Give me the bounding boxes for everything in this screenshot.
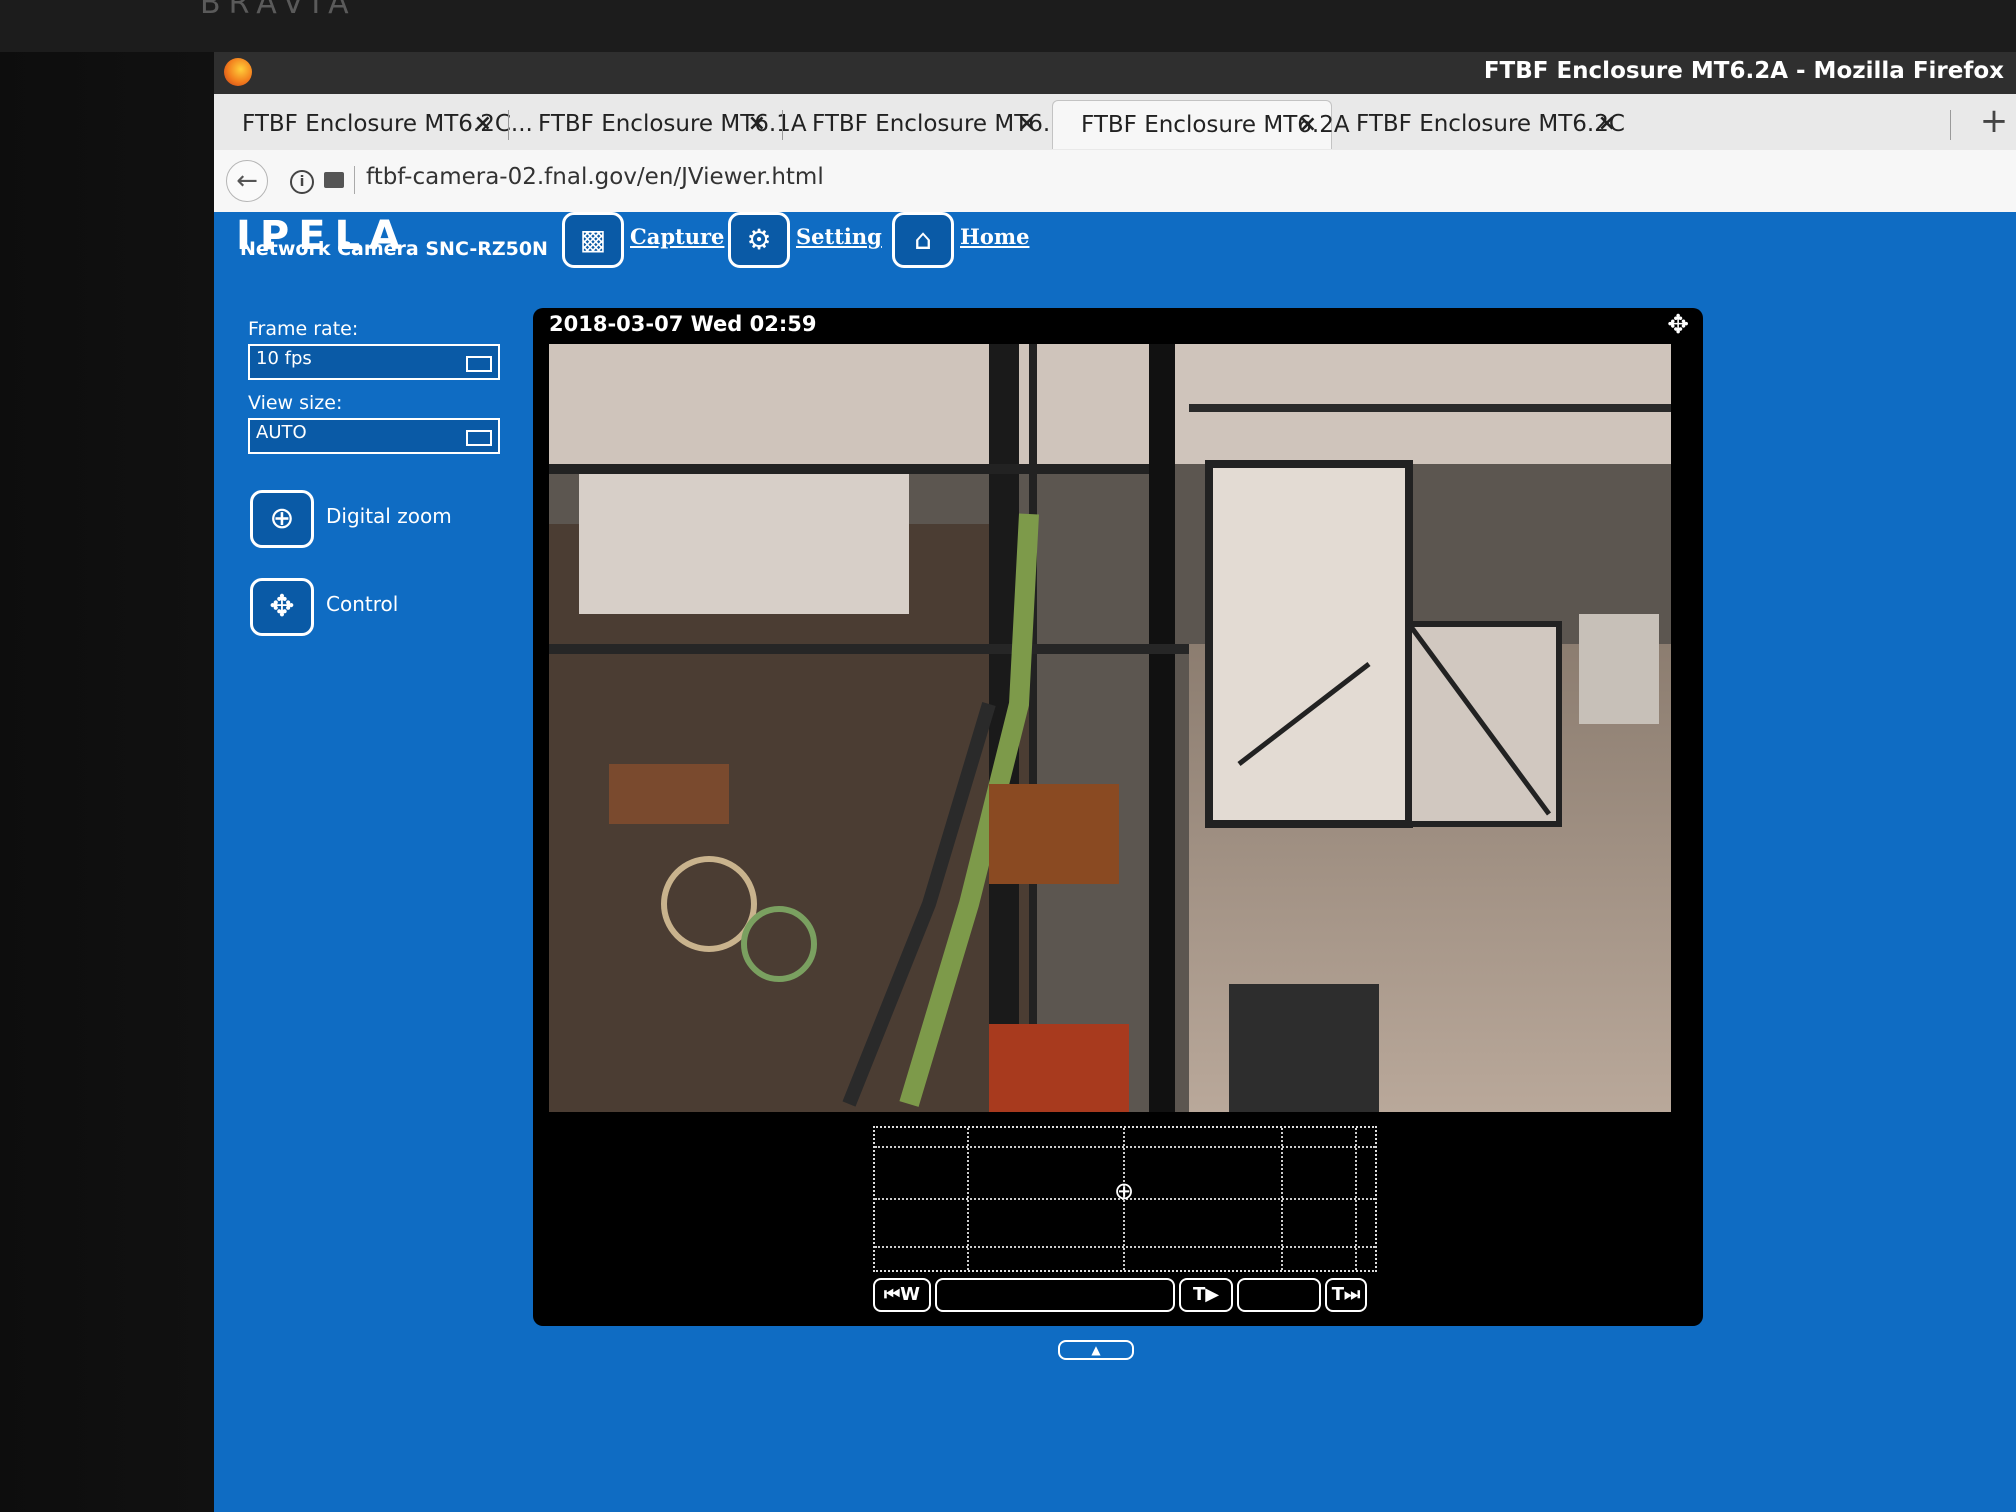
- screen: FTBF Enclosure MT6.2A - Mozilla Firefox …: [214, 52, 2016, 1512]
- view-size-label: View size:: [248, 392, 343, 414]
- firefox-logo-icon: [224, 58, 252, 86]
- tab-mt62a-active[interactable]: FTBF Enclosure MT6.2A ×: [1052, 100, 1350, 149]
- control-button[interactable]: ✥: [250, 578, 314, 636]
- crosshair-icon[interactable]: ⊕: [1113, 1179, 1135, 1203]
- digital-zoom-label[interactable]: Digital zoom: [326, 504, 452, 528]
- camera-model: Network Camera SNC-RZ50N: [240, 238, 548, 260]
- digital-zoom-button[interactable]: ⊕: [250, 490, 314, 548]
- magnifier-icon: ⊕: [269, 501, 295, 536]
- tab-separator: [782, 110, 783, 140]
- collapse-panel-button[interactable]: ▲: [1058, 1340, 1134, 1360]
- url-separator: [354, 166, 355, 194]
- control-label[interactable]: Control: [326, 592, 398, 616]
- frame-rate-value: 10 fps: [256, 348, 312, 369]
- tab-label: FTBF Enclosure MT6.2C: [1356, 111, 1625, 137]
- video-timestamp: 2018-03-07 Wed 02:59: [549, 312, 817, 336]
- monitor-brand: BRAVIA: [200, 0, 357, 21]
- zoom-tele-button[interactable]: T▶: [1179, 1278, 1233, 1312]
- skip-back-icon: ⏮: [883, 1284, 901, 1305]
- nav-bar: ← i ftbf-camera-02.fnal.gov/en/JViewer.h…: [214, 150, 2016, 213]
- setting-button[interactable]: ⚙ Setting: [728, 212, 882, 268]
- dropdown-icon: [466, 430, 492, 446]
- home-label: Home: [960, 224, 1030, 249]
- tab-bar: FTBF Enclosure MT6.2C... × FTBF Enclosur…: [214, 94, 2016, 151]
- frame-rate-label: Frame rate:: [248, 318, 359, 340]
- view-size-value: AUTO: [256, 422, 307, 443]
- tab-mt61b[interactable]: FTBF Enclosure MT6.1b ×: [784, 100, 1079, 148]
- zoom-tele-label: T: [1192, 1284, 1206, 1305]
- home-button[interactable]: ⌂ Home: [892, 212, 1032, 268]
- close-tab-icon[interactable]: ×: [1598, 100, 1616, 148]
- zoom-slider[interactable]: [935, 1278, 1175, 1312]
- close-tab-icon[interactable]: ×: [474, 100, 492, 148]
- tab-mt62c-2[interactable]: FTBF Enclosure MT6.2C ×: [1334, 100, 1630, 148]
- setting-label: Setting: [796, 224, 882, 249]
- window-titlebar: FTBF Enclosure MT6.2A - Mozilla Firefox: [214, 52, 2016, 94]
- camera-page: IPELA Network Camera SNC-RZ50N ▩ Capture…: [214, 212, 2016, 1512]
- camera-frame-image: [549, 344, 1671, 1112]
- camera-video-feed[interactable]: [549, 344, 1671, 1112]
- zoom-wide-end-button[interactable]: ⏮W: [873, 1278, 931, 1312]
- url-bar[interactable]: ftbf-camera-02.fnal.gov/en/JViewer.html: [366, 164, 824, 190]
- zoom-wide-label: W: [900, 1284, 921, 1305]
- setting-icon: ⚙: [728, 212, 790, 268]
- tab-mt62c-1[interactable]: FTBF Enclosure MT6.2C... ×: [214, 100, 533, 148]
- grid-line: [875, 1146, 1375, 1148]
- move-icon[interactable]: ✥: [1667, 310, 1689, 340]
- grid-line: [875, 1246, 1375, 1248]
- tab-label: FTBF Enclosure MT6.1A: [538, 111, 807, 137]
- window-title: FTBF Enclosure MT6.2A - Mozilla Firefox: [1483, 58, 2004, 84]
- frame-rate-select[interactable]: 10 fps: [248, 344, 500, 380]
- info-icon[interactable]: i: [290, 170, 314, 194]
- tab-separator: [508, 110, 509, 140]
- ptz-control-panel[interactable]: ⊕: [873, 1126, 1377, 1272]
- new-tab-button[interactable]: +: [1974, 98, 2014, 144]
- close-tab-icon[interactable]: ×: [1299, 101, 1317, 149]
- dropdown-icon: [466, 356, 492, 372]
- close-tab-icon[interactable]: ×: [1018, 100, 1036, 148]
- tab-mt61a[interactable]: FTBF Enclosure MT6.1A ×: [510, 100, 807, 148]
- capture-label: Capture: [630, 224, 725, 249]
- camera-viewer: 2018-03-07 Wed 02:59 ✥ ⊕ ⏮W T▶ T⏭ ▲: [533, 308, 1703, 1360]
- step-forward-icon: ▶: [1205, 1284, 1220, 1305]
- chevron-up-icon: ▲: [1091, 1343, 1101, 1357]
- back-arrow-icon[interactable]: ←: [226, 160, 268, 202]
- skip-forward-icon: ⏭: [1344, 1284, 1361, 1305]
- capture-icon: ▩: [562, 212, 624, 268]
- capture-button[interactable]: ▩ Capture: [562, 212, 725, 268]
- control-arrows-icon: ✥: [269, 589, 295, 624]
- home-icon: ⌂: [892, 212, 954, 268]
- zoom-digital-slider[interactable]: [1237, 1278, 1321, 1312]
- tab-label: FTBF Enclosure MT6.1b: [812, 111, 1080, 137]
- zoom-tele-end-button[interactable]: T⏭: [1325, 1278, 1367, 1312]
- tab-separator: [1950, 110, 1951, 140]
- site-identity-icon: [324, 172, 344, 188]
- close-tab-icon[interactable]: ×: [748, 100, 766, 148]
- view-size-select[interactable]: AUTO: [248, 418, 500, 454]
- zoom-tele-end-label: T: [1331, 1284, 1345, 1305]
